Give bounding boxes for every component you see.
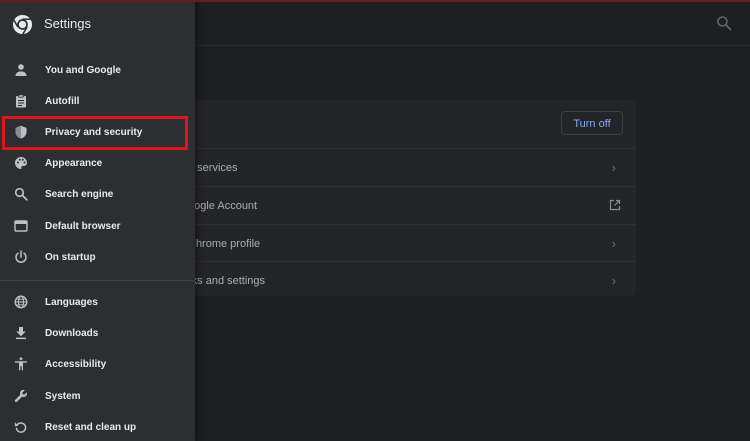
row-label: e services — [188, 162, 238, 174]
accessibility-icon — [15, 357, 27, 371]
turn-off-button[interactable]: Turn off — [561, 111, 623, 135]
sidebar-item-label: Appearance — [45, 158, 103, 169]
sidebar-item-privacy-and-security[interactable]: Privacy and security — [0, 117, 195, 148]
sidebar-item-label: System — [45, 391, 81, 402]
chrome-logo-icon — [12, 14, 33, 35]
person-icon — [15, 64, 27, 76]
browser-icon — [14, 220, 28, 232]
chevron-right-icon: › — [611, 273, 616, 288]
sidebar-item-label: Privacy and security — [45, 127, 143, 138]
settings-window: Turn off e services › oogle Account Chro… — [0, 0, 750, 441]
sidebar-item-accessibility[interactable]: Accessibility — [0, 349, 195, 380]
row-google-account[interactable]: oogle Account — [160, 186, 636, 224]
sidebar-item-languages[interactable]: Languages — [0, 287, 195, 318]
sidebar-item-label: Autofill — [45, 96, 80, 107]
globe-icon — [14, 295, 28, 309]
wrench-icon — [14, 389, 28, 403]
download-icon — [16, 327, 26, 340]
row-label: rks and settings — [188, 275, 266, 287]
sync-card: Turn off e services › oogle Account Chro… — [160, 100, 636, 296]
search-icon[interactable] — [716, 15, 732, 31]
sidebar-item-label: Languages — [45, 297, 98, 308]
reset-icon — [14, 422, 27, 433]
settings-title: Settings — [44, 16, 91, 31]
row-sync-services[interactable]: e services › — [160, 148, 636, 186]
clipboard-icon — [16, 94, 26, 108]
sidebar-item-label: Accessibility — [45, 359, 107, 370]
sidebar-item-system[interactable]: System — [0, 381, 195, 412]
sidebar-item-label: Downloads — [45, 328, 99, 339]
sidebar-item-downloads[interactable]: Downloads — [0, 318, 195, 349]
sidebar-item-autofill[interactable]: Autofill — [0, 86, 195, 117]
top-toolbar — [195, 2, 750, 46]
search-icon — [14, 187, 28, 201]
chevron-right-icon: › — [611, 160, 616, 175]
sidebar-header: Settings — [0, 2, 195, 48]
sidebar-item-default-browser[interactable]: Default browser — [0, 211, 195, 242]
row-chrome-profile[interactable]: Chrome profile › — [160, 224, 636, 262]
sidebar-item-label: You and Google — [45, 65, 121, 76]
power-icon — [15, 250, 27, 263]
sidebar-item-on-startup[interactable]: On startup — [0, 242, 195, 273]
sidebar: Settings You and Google Autofill Privacy… — [0, 2, 195, 441]
row-label: Chrome profile — [188, 238, 261, 250]
sidebar-divider — [0, 280, 195, 281]
sidebar-item-label: Reset and clean up — [45, 422, 137, 433]
palette-icon — [15, 157, 27, 169]
row-label: oogle Account — [188, 200, 258, 212]
sidebar-item-label: On startup — [45, 252, 96, 263]
external-link-icon — [609, 199, 621, 211]
sidebar-item-you-and-google[interactable]: You and Google — [0, 55, 195, 86]
sidebar-item-search-engine[interactable]: Search engine — [0, 179, 195, 210]
sidebar-item-label: Search engine — [45, 189, 114, 200]
sidebar-item-label: Default browser — [45, 221, 121, 232]
chevron-right-icon: › — [611, 236, 616, 251]
row-import-bookmarks[interactable]: rks and settings › — [160, 261, 636, 296]
shield-icon — [15, 125, 27, 139]
sidebar-item-reset-and-clean-up[interactable]: Reset and clean up — [0, 412, 195, 441]
sidebar-item-appearance[interactable]: Appearance — [0, 148, 195, 179]
